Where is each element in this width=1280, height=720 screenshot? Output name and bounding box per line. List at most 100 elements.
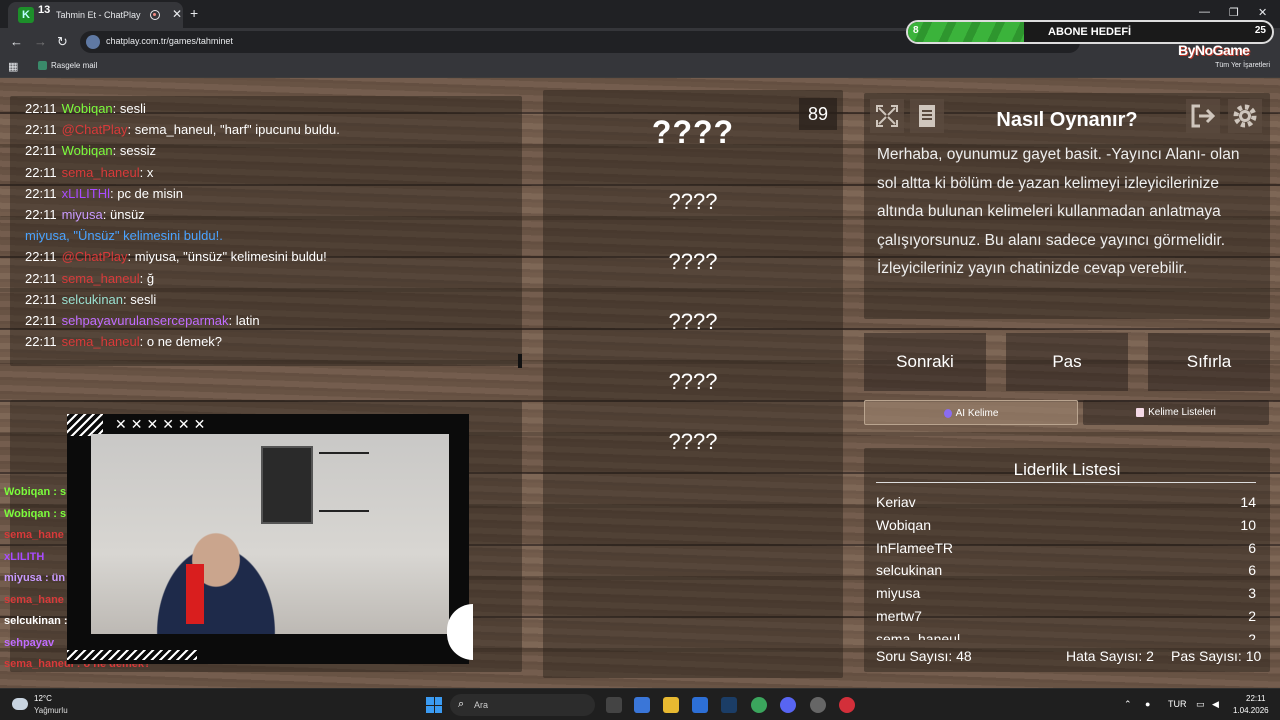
overlay-chat-name: sehpayav (4, 636, 55, 649)
taskbar-search[interactable]: ⌕ Ara (450, 694, 595, 716)
back-icon[interactable]: ← (10, 34, 23, 49)
leaderboard-row: Keriav 14 (876, 494, 1256, 516)
leaderboard-name: mertw7 (876, 608, 922, 624)
discord-icon[interactable] (780, 697, 796, 713)
apps-grid-icon[interactable]: ▦ (8, 60, 18, 73)
word-panel: 89 ???? ???????????????????? (543, 90, 843, 678)
reload-icon[interactable]: ↻ (57, 34, 68, 50)
weather-desc[interactable]: Yağmurlu (34, 706, 68, 715)
chat-username[interactable]: @ChatPlay (62, 249, 128, 264)
leaderboard-row: Wobiqan 10 (876, 517, 1256, 539)
chat-username[interactable]: sema_haneul (62, 271, 140, 286)
tab-counter: 13 (38, 4, 51, 16)
chat-username[interactable]: @ChatPlay (62, 122, 128, 137)
file-explorer-icon[interactable] (663, 697, 679, 713)
streamer-figure (141, 524, 291, 634)
chat-username[interactable]: sema_haneul (62, 334, 140, 349)
chat-time: 22:11 (25, 122, 57, 138)
chat-message: 22:11 selcukinan: sesli (25, 292, 156, 307)
leaderboard-list[interactable]: Keriav 14 Wobiqan 10 InFlameeTR 6 selcukinan 6 m… (864, 490, 1270, 640)
bookmark-item[interactable]: Rasgele mail (38, 61, 97, 71)
subscriber-max: 25 (1254, 25, 1266, 36)
chat-username[interactable]: sema_haneul (62, 165, 140, 180)
chat-time: 22:11 (25, 207, 57, 222)
game-page: 22:11 Wobiqan: sesli 22:11 @ChatPlay: sema_… (0, 78, 1280, 688)
how-to-play-text: Merhaba, oyunumuz gayet basit. -Yayıncı … (877, 146, 1240, 278)
leaderboard-divider (876, 482, 1256, 483)
bookmarks-bar: ▦ Rasgele mail Tüm Yer İşaretleri (0, 56, 1280, 78)
mic-icon[interactable]: ● (1145, 699, 1150, 709)
list-icon (1136, 407, 1145, 417)
error-count: Hata Sayısı: 2 (1066, 648, 1154, 664)
widgets-icon[interactable] (634, 697, 650, 713)
language-indicator[interactable]: TUR (1168, 699, 1187, 709)
chat-scrollbar[interactable] (518, 354, 522, 368)
chat-message: 22:11 @ChatPlay: miyusa, "ünsüz" kelimesi… (25, 249, 327, 264)
pass-count: Pas Sayısı: 10 (1171, 648, 1262, 664)
chat-message: 22:11 Wobiqan: sesli (25, 101, 146, 116)
settings-button[interactable] (1228, 99, 1262, 133)
pass-button[interactable]: Pas (1006, 333, 1128, 391)
chat-username[interactable]: xLILITHl (62, 186, 110, 201)
chat-username[interactable]: Wobiqan (62, 143, 113, 158)
taskbar: 12°C Yağmurlu ⌕ Ara ⌃ ● TUR ▭ ◀ 22:11 1.… (0, 688, 1280, 720)
chat-username[interactable]: miyusa, "Ünsüz" kelimesini buldu!. (25, 228, 223, 243)
chat-message: 22:11 @ChatPlay: sema_haneul, "harf" ipuc… (25, 122, 340, 137)
new-tab-icon[interactable]: + (190, 5, 198, 21)
tray-chevron-icon[interactable]: ⌃ (1124, 699, 1132, 710)
reset-button[interactable]: Sıfırla (1148, 333, 1270, 391)
chrome-icon[interactable] (751, 697, 767, 713)
webcam-overlay: ✕✕✕✕✕✕ (67, 414, 473, 664)
chat-time: 22:11 (25, 101, 57, 116)
weather-temp[interactable]: 12°C (34, 694, 52, 703)
leaderboard-panel: Liderlik Listesi Keriav 14 Wobiqan 10 InFlam… (864, 448, 1270, 672)
chat-username[interactable]: miyusa (62, 207, 103, 222)
site-info-icon[interactable] (86, 35, 100, 49)
how-to-play-panel: Nasıl Oynanır? Merhaba, oyunumuz gayet b… (864, 93, 1270, 319)
circle-decoration (447, 604, 473, 660)
close-window-icon[interactable]: ✕ (1258, 6, 1267, 19)
ai-word-tab[interactable]: AI Kelime (864, 400, 1078, 425)
forward-icon[interactable]: → (34, 34, 47, 49)
main-word: ???? (651, 114, 735, 150)
windows-start-icon[interactable] (426, 697, 442, 713)
app-icon[interactable] (839, 697, 855, 713)
minimize-icon[interactable]: — (1199, 6, 1210, 18)
chat-username[interactable]: Wobiqan (62, 101, 113, 116)
chat-text: : miyusa, "ünsüz" kelimesini buldu! (127, 249, 327, 265)
overlay-chat-name: sema_hane (4, 593, 64, 606)
all-bookmarks[interactable]: Tüm Yer İşaretleri (1215, 62, 1270, 69)
chat-text: : sesli (123, 291, 157, 307)
tab-close-icon[interactable]: ✕ (172, 7, 182, 21)
k-favicon-icon: K (18, 7, 34, 23)
overlay-chat-name: miyusa : ün (4, 572, 66, 584)
chat-message: 22:11 Wobiqan: sessiz (25, 143, 156, 158)
chat-username[interactable]: selcukinan (62, 292, 123, 307)
restore-icon[interactable]: ❐ (1229, 6, 1239, 19)
volume-icon[interactable]: ◀ (1212, 699, 1219, 710)
leaderboard-name: InFlameeTR (876, 539, 954, 556)
steam-icon[interactable] (721, 697, 737, 713)
overlay-chat-name: Wobiqan : s (4, 486, 67, 498)
clock-time[interactable]: 22:11 (1246, 694, 1265, 703)
url-text: chatplay.com.tr/games/tahminet (106, 36, 233, 46)
forbidden-word: ???? (668, 249, 718, 274)
chat-username[interactable]: sehpayavurulanserceparmak (62, 313, 229, 328)
next-button[interactable]: Sonraki (864, 333, 986, 391)
obs-icon[interactable] (810, 697, 826, 713)
gear-icon (1233, 104, 1257, 128)
chat-message: 22:11 sema_haneul: ğ (25, 271, 154, 286)
clock-date[interactable]: 1.04.2026 (1233, 706, 1269, 715)
browser-tab[interactable]: K 13 Tahmin Et - ChatPlay ✕ (8, 2, 183, 28)
subscriber-goal-label: ABONE HEDEFİ (1048, 26, 1132, 38)
task-view-icon[interactable] (606, 697, 622, 713)
store-icon[interactable] (692, 697, 708, 713)
leaderboard-row: selcukinan 6 (876, 562, 1256, 584)
chat-time: 22:11 (25, 334, 57, 350)
network-icon[interactable]: ▭ (1196, 699, 1205, 710)
chat-panel: 22:11 Wobiqan: sesli 22:11 @ChatPlay: sema_… (10, 96, 522, 368)
leaderboard-row: InFlameeTR 6 (876, 540, 1256, 562)
exit-button[interactable] (1186, 99, 1220, 133)
chat-text: : ünsüz (102, 207, 145, 222)
word-lists-tab[interactable]: Kelime Listeleri (1083, 400, 1269, 425)
